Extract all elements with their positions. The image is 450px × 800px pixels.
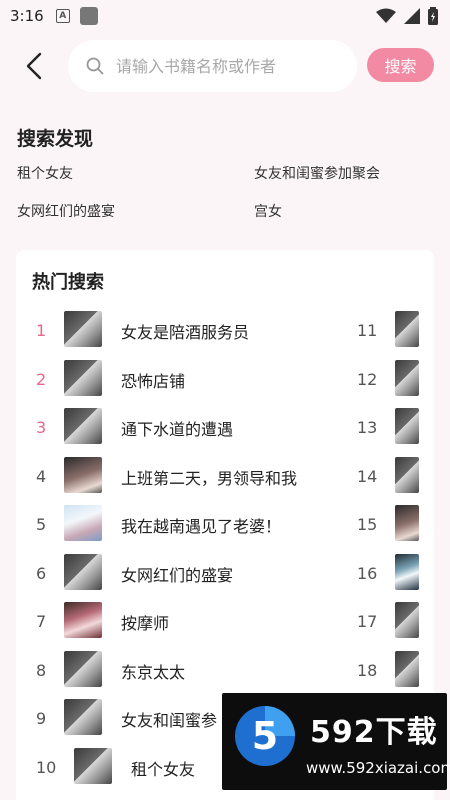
book-title[interactable]: 女网红们的盛宴 (121, 562, 233, 586)
rank-number: 14 (357, 467, 378, 486)
rank-number: 16 (357, 564, 378, 583)
book-cover[interactable] (395, 408, 419, 444)
discover-item[interactable]: 租个女友 (17, 163, 73, 183)
book-title[interactable]: 上班第二天，男领导和我 (121, 465, 297, 489)
status-icons (376, 7, 438, 25)
book-title[interactable]: 我在越南遇见了老婆！ (121, 513, 281, 537)
book-cover[interactable] (64, 554, 102, 590)
ranking-row[interactable]: 5 我在越南遇见了老婆！ 15 (0, 505, 450, 545)
rank-number: 12 (357, 370, 378, 389)
book-cover[interactable] (395, 505, 419, 541)
search-header: 搜索 (0, 38, 450, 94)
hot-search-title: 热门搜索 (32, 272, 104, 293)
rank-number: 4 (36, 467, 47, 486)
wifi-icon (376, 8, 396, 23)
book-title[interactable]: 女友和闺蜜参 (121, 707, 217, 731)
rank-number: 2 (36, 370, 47, 389)
notification-square-icon (79, 7, 98, 25)
back-button[interactable] (18, 50, 50, 82)
book-cover[interactable] (64, 602, 102, 638)
rank-number: 13 (357, 418, 378, 437)
book-cover[interactable] (64, 651, 102, 687)
rank-number: 3 (36, 418, 47, 437)
book-cover[interactable] (64, 457, 102, 493)
book-cover[interactable] (64, 311, 102, 347)
ranking-row[interactable]: 1 女友是陪酒服务员 11 (0, 311, 450, 351)
discover-item[interactable]: 女网红们的盛宴 (17, 201, 115, 221)
search-box[interactable] (68, 40, 357, 92)
site-watermark: 5 592下载 www.592xiazai.com (222, 693, 450, 790)
rank-number: 18 (357, 661, 378, 680)
ranking-row[interactable]: 4 上班第二天，男领导和我 14 (0, 457, 450, 497)
rank-number: 15 (357, 515, 378, 534)
book-cover[interactable] (395, 554, 419, 590)
rank-number: 11 (357, 321, 378, 340)
search-icon (86, 57, 104, 75)
book-title[interactable]: 通下水道的遭遇 (121, 416, 233, 440)
rank-number: 1 (36, 321, 47, 340)
search-input[interactable] (116, 56, 336, 76)
book-cover[interactable] (395, 360, 419, 396)
status-time: 3:16 (10, 7, 44, 25)
book-title[interactable]: 恐怖店铺 (121, 368, 185, 392)
discover-item[interactable]: 宫女 (254, 201, 282, 221)
book-cover[interactable] (395, 602, 419, 638)
book-cover[interactable] (395, 311, 419, 347)
watermark-logo: 5 (235, 706, 295, 766)
discover-item[interactable]: 女友和闺蜜参加聚会 (254, 163, 380, 183)
rank-number: 5 (36, 515, 47, 534)
ranking-row[interactable]: 2 恐怖店铺 12 (0, 360, 450, 400)
watermark-brand: 592下载 (310, 715, 438, 750)
book-cover[interactable] (74, 748, 112, 784)
rank-number: 7 (36, 612, 47, 631)
rank-number: 6 (36, 564, 47, 583)
book-cover[interactable] (64, 408, 102, 444)
watermark-url: www.592xiazai.com (306, 759, 450, 777)
book-title[interactable]: 租个女友 (131, 756, 195, 780)
book-cover[interactable] (395, 651, 419, 687)
book-cover[interactable] (64, 699, 102, 735)
svg-text:5: 5 (252, 714, 278, 758)
book-title[interactable]: 女友是陪酒服务员 (121, 319, 249, 343)
book-cover[interactable] (64, 505, 102, 541)
a-notification-icon: A (55, 9, 70, 23)
battery-icon (428, 7, 438, 25)
book-title[interactable]: 东京太太 (121, 659, 185, 683)
ranking-row[interactable]: 6 女网红们的盛宴 16 (0, 554, 450, 594)
discover-title: 搜索发现 (17, 128, 94, 150)
book-title[interactable]: 按摩师 (121, 610, 169, 634)
rank-number: 8 (36, 661, 47, 680)
rank-number: 10 (36, 758, 57, 777)
ranking-row[interactable]: 7 按摩师 17 (0, 602, 450, 642)
rank-number: 17 (357, 612, 378, 631)
status-bar: 3:16 A (0, 0, 450, 32)
search-button[interactable]: 搜索 (367, 48, 434, 82)
book-cover[interactable] (395, 457, 419, 493)
ranking-row[interactable]: 3 通下水道的遭遇 13 (0, 408, 450, 448)
rank-number: 9 (36, 709, 47, 728)
book-cover[interactable] (64, 360, 102, 396)
signal-icon (404, 8, 420, 24)
ranking-row[interactable]: 8 东京太太 18 (0, 651, 450, 691)
chevron-left-icon (26, 52, 42, 80)
